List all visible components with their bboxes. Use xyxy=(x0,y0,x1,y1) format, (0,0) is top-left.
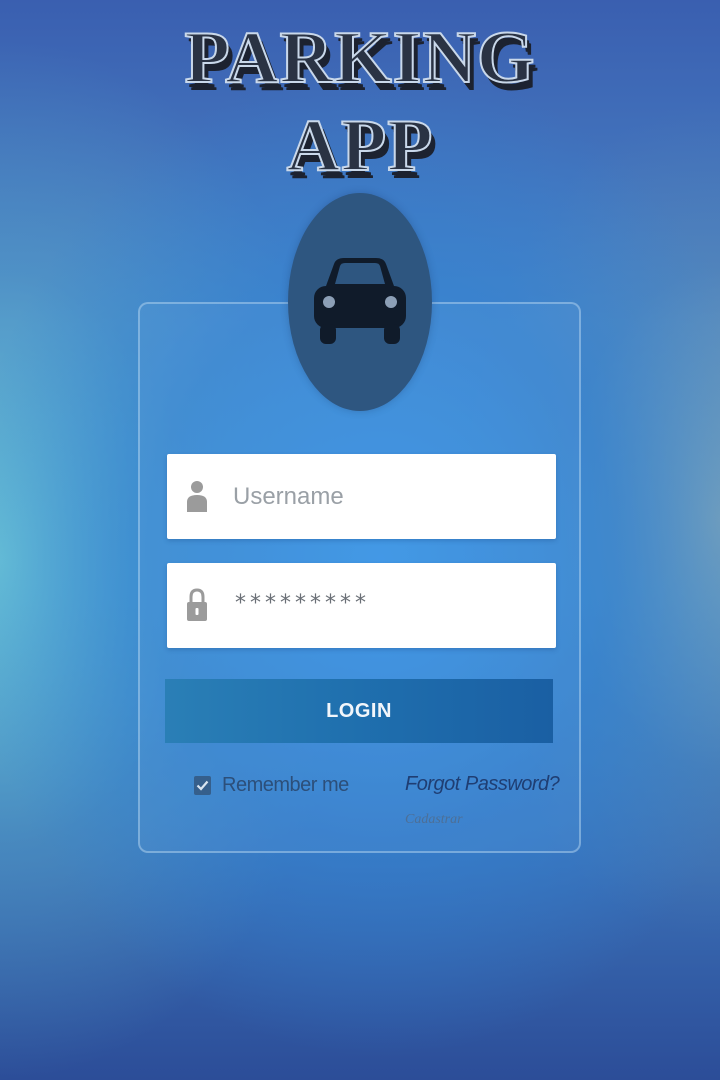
app-title-line-2: APP xyxy=(286,104,434,188)
remember-label: Remember me xyxy=(222,774,349,796)
register-link[interactable]: Cadastrar xyxy=(405,812,463,828)
password-field: ********* xyxy=(167,563,556,648)
login-button[interactable]: LOGIN xyxy=(165,679,553,743)
username-field xyxy=(167,454,556,539)
remember-checkbox[interactable] xyxy=(194,776,211,795)
checkmark-icon xyxy=(196,780,209,791)
user-icon xyxy=(187,481,207,512)
username-input[interactable] xyxy=(231,472,535,522)
app-title: PARKING APP xyxy=(0,14,720,190)
lock-icon xyxy=(187,588,207,621)
forgot-password-link[interactable]: Forgot Password? xyxy=(405,773,560,796)
car-icon xyxy=(314,258,406,344)
password-input[interactable]: ********* xyxy=(235,591,370,616)
app-title-line-1: PARKING xyxy=(184,16,536,100)
